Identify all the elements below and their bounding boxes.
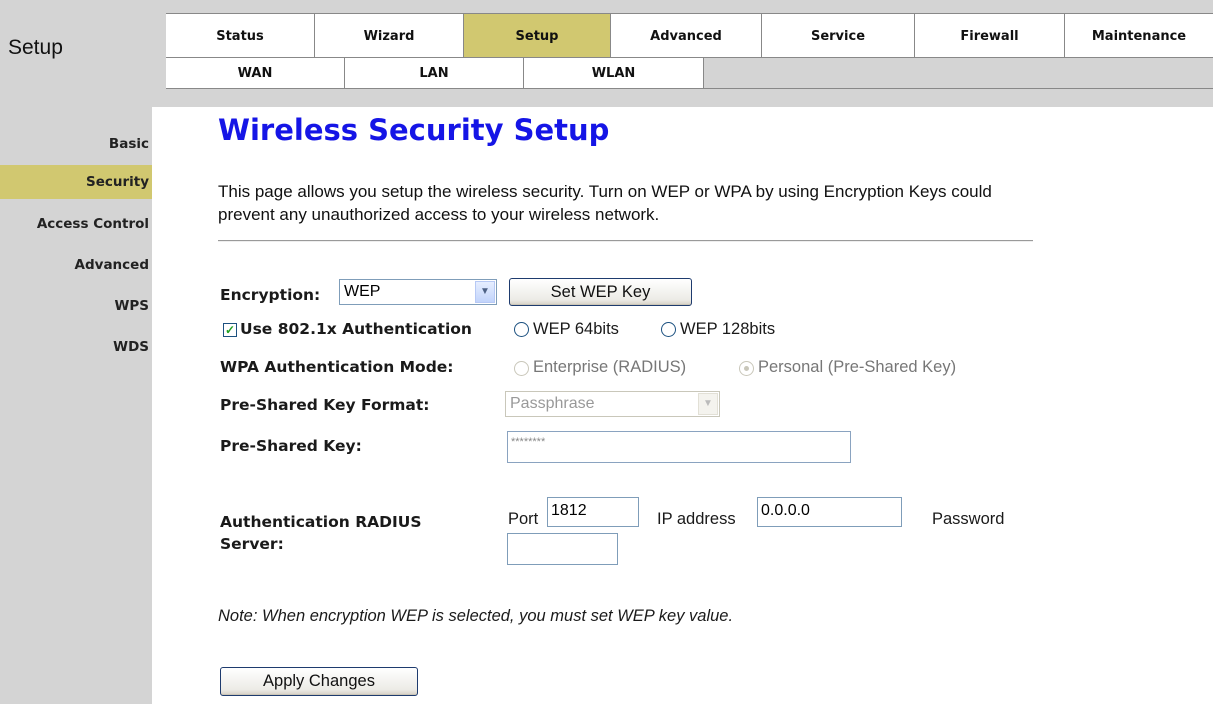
radius-password-label: Password xyxy=(932,510,1005,528)
psk-input[interactable]: ******** xyxy=(507,431,851,463)
set-wep-key-button[interactable]: Set WEP Key xyxy=(509,278,692,306)
top-banner: Setup Status Wizard Setup Advanced Servi… xyxy=(0,0,1213,97)
sidebar-item-access-control[interactable]: Access Control xyxy=(0,207,152,241)
wpa-enterprise-radio[interactable] xyxy=(514,361,529,376)
note-text: Note: When encryption WEP is selected, y… xyxy=(218,607,734,625)
wpa-personal-radio[interactable] xyxy=(739,361,754,376)
subtab-wan[interactable]: WAN xyxy=(166,58,345,88)
chevron-down-icon: ▼ xyxy=(698,393,718,415)
wep64-label: WEP 64bits xyxy=(533,320,619,338)
sub-nav-tabs: WAN LAN WLAN xyxy=(166,57,1213,89)
sidebar-item-security[interactable]: Security xyxy=(0,165,152,199)
sidebar-item-wps[interactable]: WPS xyxy=(0,289,152,323)
sidebar-item-basic[interactable]: Basic xyxy=(0,127,152,161)
wep64-radio[interactable] xyxy=(514,322,529,337)
page-title: Wireless Security Setup xyxy=(218,113,610,147)
psk-format-select[interactable]: Passphrase ▼ xyxy=(505,391,720,417)
apply-changes-button[interactable]: Apply Changes xyxy=(220,667,418,696)
tab-setup[interactable]: Setup xyxy=(464,14,611,58)
wep128-label: WEP 128bits xyxy=(680,320,776,338)
use-8021x-checkbox[interactable]: ✓ xyxy=(223,323,237,337)
section-title: Setup xyxy=(8,36,63,59)
encryption-select-value: WEP xyxy=(344,283,381,300)
subtab-lan[interactable]: LAN xyxy=(345,58,524,88)
main-nav-tabs: Status Wizard Setup Advanced Service Fir… xyxy=(166,13,1213,58)
sidebar-item-wds[interactable]: WDS xyxy=(0,330,152,364)
subtab-wlan[interactable]: WLAN xyxy=(524,58,704,88)
radius-ip-label: IP address xyxy=(657,510,736,528)
tab-service[interactable]: Service xyxy=(762,14,915,58)
wpa-auth-mode-label: WPA Authentication Mode: xyxy=(220,358,454,376)
encryption-select[interactable]: WEP ▼ xyxy=(339,279,497,305)
tab-wizard[interactable]: Wizard xyxy=(315,14,464,58)
header-divider-strip xyxy=(0,97,1213,107)
checkmark-icon: ✓ xyxy=(224,323,236,337)
wpa-enterprise-label: Enterprise (RADIUS) xyxy=(533,358,687,376)
tab-status[interactable]: Status xyxy=(166,14,315,58)
sidebar: Basic Security Access Control Advanced W… xyxy=(0,107,152,704)
tab-firewall[interactable]: Firewall xyxy=(915,14,1065,58)
use-8021x-label: Use 802.1x Authentication xyxy=(240,320,472,338)
tab-advanced[interactable]: Advanced xyxy=(611,14,762,58)
radius-ip-input[interactable]: 0.0.0.0 xyxy=(757,497,902,527)
psk-format-select-value: Passphrase xyxy=(510,395,595,412)
tab-maintenance[interactable]: Maintenance xyxy=(1065,14,1213,58)
divider xyxy=(218,240,1033,242)
radius-server-label: Authentication RADIUS Server: xyxy=(220,513,422,553)
chevron-down-icon: ▼ xyxy=(475,281,495,303)
wpa-personal-label: Personal (Pre-Shared Key) xyxy=(758,358,957,376)
radius-password-input[interactable] xyxy=(507,533,618,565)
wep128-radio[interactable] xyxy=(661,322,676,337)
psk-label: Pre-Shared Key: xyxy=(220,437,362,455)
page-description: This page allows you setup the wireless … xyxy=(218,182,992,224)
radius-port-label: Port xyxy=(508,510,539,528)
psk-format-label: Pre-Shared Key Format: xyxy=(220,396,430,414)
encryption-label: Encryption: xyxy=(220,286,321,304)
sidebar-item-advanced[interactable]: Advanced xyxy=(0,248,152,282)
radius-port-input[interactable]: 1812 xyxy=(547,497,639,527)
